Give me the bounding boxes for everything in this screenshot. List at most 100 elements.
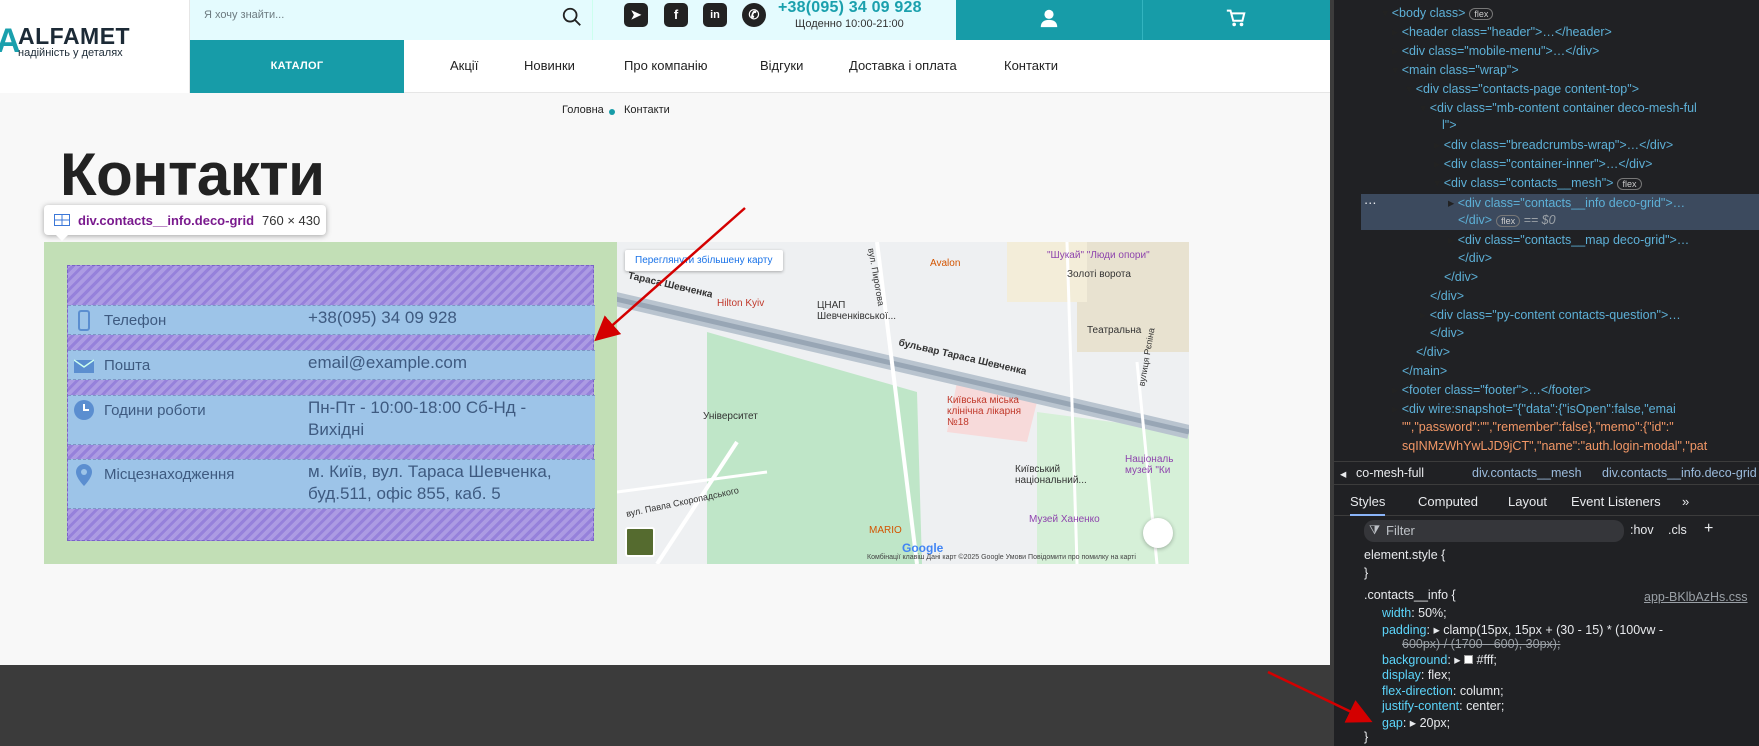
map-label: Київська міська клінічна лікарня №18: [947, 395, 1022, 428]
cls-toggle[interactable]: .cls: [1668, 523, 1687, 537]
logo-name: ALFAMET: [18, 23, 131, 49]
dom-breadcrumb-item[interactable]: div.contacts__info.deco-grid: [1602, 466, 1757, 480]
search-placeholder[interactable]: Я хочу знайти...: [204, 9, 284, 21]
nav-item-reviews[interactable]: Відгуки: [760, 58, 803, 73]
nav-item-new[interactable]: Новинки: [524, 58, 575, 73]
nav-catalog-button[interactable]: КАТАЛОГ: [190, 40, 404, 93]
map-enlarge-link[interactable]: Переглянути збільшену карту: [625, 250, 783, 271]
dom-node-selected[interactable]: ▸ <div class="contacts__info deco-grid">…: [1448, 195, 1685, 210]
map-satellite-toggle[interactable]: [625, 527, 655, 557]
nav-item-promo[interactable]: Акції: [450, 58, 478, 73]
search-bar[interactable]: Я хочу знайти...: [190, 0, 593, 40]
dom-node: l">: [1442, 118, 1457, 132]
whatsapp-icon[interactable]: ✆: [742, 3, 766, 27]
css-property[interactable]: background: ▸ #fff;: [1382, 652, 1497, 667]
linkedin-icon[interactable]: in: [703, 3, 727, 27]
css-property[interactable]: flex-direction: column;: [1382, 684, 1504, 698]
dom-node: </main>: [1402, 364, 1448, 378]
dom-breadcrumb-item[interactable]: div.contacts__mesh: [1472, 466, 1582, 480]
map-fullscreen-icon[interactable]: [1143, 518, 1173, 548]
dom-node: </div>: [1430, 289, 1465, 303]
dom-node[interactable]: ▾ <body class> flex: [1382, 5, 1494, 20]
map-footer[interactable]: Комбінації клавіш Дані карт ©2025 Google…: [867, 554, 1136, 561]
facebook-icon[interactable]: f: [664, 3, 688, 27]
phone-icon: [78, 310, 90, 331]
breadcrumb-separator: [609, 109, 615, 115]
contact-label: Телефон: [104, 312, 167, 329]
dom-node[interactable]: ▸ <div wire:snapshot="{"data":{"isOpen":…: [1392, 401, 1676, 416]
ellipsis-icon[interactable]: ⋯: [1364, 195, 1377, 210]
google-logo: Google: [902, 541, 944, 555]
breadcrumb-scroll-left-icon[interactable]: ◂: [1340, 466, 1346, 481]
dom-breadcrumb-item[interactable]: co-mesh-full: [1356, 466, 1424, 480]
cart-icon: [1226, 9, 1246, 27]
cart-button[interactable]: [1142, 0, 1330, 40]
tooltip-size: 760 × 430: [262, 212, 321, 228]
contact-label: Години роботи: [104, 402, 206, 419]
dom-node[interactable]: ▸ <div class="contacts__map deco-grid">…: [1448, 232, 1689, 247]
dom-node: </div>: [1430, 326, 1465, 340]
styles-filter-input[interactable]: Filter: [1364, 520, 1624, 542]
css-property[interactable]: display: flex;: [1382, 668, 1451, 682]
dom-node[interactable]: ▸ <div class="py-content contacts-questi…: [1420, 307, 1681, 322]
tab-event-listeners[interactable]: Event Listeners: [1571, 494, 1661, 509]
header-phone[interactable]: +38(095) 34 09 928: [778, 0, 922, 17]
site-header: A ALFAMET надійність у деталях Я хочу зн…: [0, 0, 1330, 93]
dom-node[interactable]: ▾ <div class="contacts__mesh"> flex: [1434, 175, 1642, 190]
css-selector: .contacts__info {: [1364, 588, 1456, 602]
css-property[interactable]: padding: ▸ clamp(15px, 15px + (30 - 15) …: [1382, 622, 1663, 637]
grid-icon: [54, 214, 70, 226]
css-source-link[interactable]: app-BKlbAzHs.css: [1644, 590, 1748, 604]
search-icon[interactable]: [561, 6, 583, 28]
dom-node[interactable]: ▸ <div class="mobile-menu">…</div>: [1392, 43, 1599, 58]
contact-value[interactable]: +38(095) 34 09 928: [308, 307, 457, 329]
dom-node[interactable]: ▾ <div class="mb-content container deco-…: [1420, 100, 1697, 115]
map-label: Національ музей "Ки: [1125, 454, 1174, 476]
filter-icon: ⧩: [1369, 523, 1381, 537]
add-rule-icon[interactable]: +: [1704, 520, 1713, 538]
contact-row-hours: Години роботи Пн-Пт - 10:00-18:00 Сб-Нд …: [68, 395, 595, 445]
color-swatch-icon[interactable]: [1464, 655, 1474, 664]
clock-icon: [74, 400, 94, 420]
header-hours: Щоденно 10:00-21:00: [795, 18, 904, 30]
dom-node[interactable]: ▸ <div class="breadcrumbs-wrap">…</div>: [1434, 137, 1673, 152]
contact-label: Пошта: [104, 357, 151, 374]
tooltip-selector: div.contacts__info.deco-grid: [78, 212, 255, 228]
map-label: MARIO: [869, 525, 902, 536]
dom-node[interactable]: ▾ <div class="contacts-page content-top"…: [1406, 81, 1639, 96]
account-button[interactable]: [956, 0, 1142, 40]
nav-item-about[interactable]: Про компанію: [624, 58, 708, 73]
devtools-tabs: Styles Computed Layout Event Listeners »: [1334, 488, 1759, 516]
map-label: Університет: [703, 411, 758, 422]
nav-item-contacts[interactable]: Контакти: [1004, 58, 1058, 73]
page-title: Контакти: [60, 141, 325, 208]
css-property[interactable]: width: 50%;: [1382, 606, 1447, 620]
contact-value: Пн-Пт - 10:00-18:00 Сб-Нд - Вихідні: [308, 398, 527, 439]
contact-row-email: Пошта email@example.com: [68, 350, 595, 380]
tab-computed[interactable]: Computed: [1418, 494, 1478, 509]
nav-item-delivery[interactable]: Доставка і оплата: [849, 58, 957, 73]
logo[interactable]: A ALFAMET надійність у деталях: [0, 0, 190, 93]
tab-layout[interactable]: Layout: [1508, 494, 1547, 509]
telegram-icon[interactable]: ➤: [624, 3, 648, 27]
css-property[interactable]: gap: ▸ 20px;: [1382, 715, 1450, 730]
hov-toggle[interactable]: :hov: [1630, 523, 1654, 537]
tab-styles[interactable]: Styles: [1350, 494, 1386, 516]
contacts-map[interactable]: Переглянути збільшену карту Тараса Шевче…: [617, 242, 1189, 564]
rule-close: }: [1364, 566, 1369, 580]
contact-row-phone: Телефон +38(095) 34 09 928: [68, 305, 595, 335]
map-label: Музей Ханенко: [1029, 514, 1100, 525]
contacts-info-highlight: Телефон +38(095) 34 09 928 Пошта email@e…: [44, 242, 617, 564]
dom-node[interactable]: ▸ <div class="container-inner">…</div>: [1434, 156, 1652, 171]
dom-node[interactable]: ▸ <footer class="footer">…</footer>: [1392, 382, 1591, 397]
dom-node: </div>: [1416, 345, 1451, 359]
css-property[interactable]: justify-content: center;: [1382, 699, 1504, 713]
dom-node[interactable]: ▾ <main class="wrap">: [1392, 62, 1519, 77]
contact-value[interactable]: email@example.com: [308, 352, 467, 374]
breadcrumb-home[interactable]: Головна: [562, 104, 604, 116]
dom-node: </div> flex == $0: [1458, 213, 1556, 227]
contact-row-address: Місцезнаходження м. Київ, вул. Тараса Ше…: [68, 459, 595, 509]
dom-node[interactable]: ▸ <header class="header">…</header>: [1392, 24, 1612, 39]
map-label: Hilton Kyiv: [717, 298, 765, 309]
more-tabs-icon[interactable]: »: [1682, 494, 1689, 509]
